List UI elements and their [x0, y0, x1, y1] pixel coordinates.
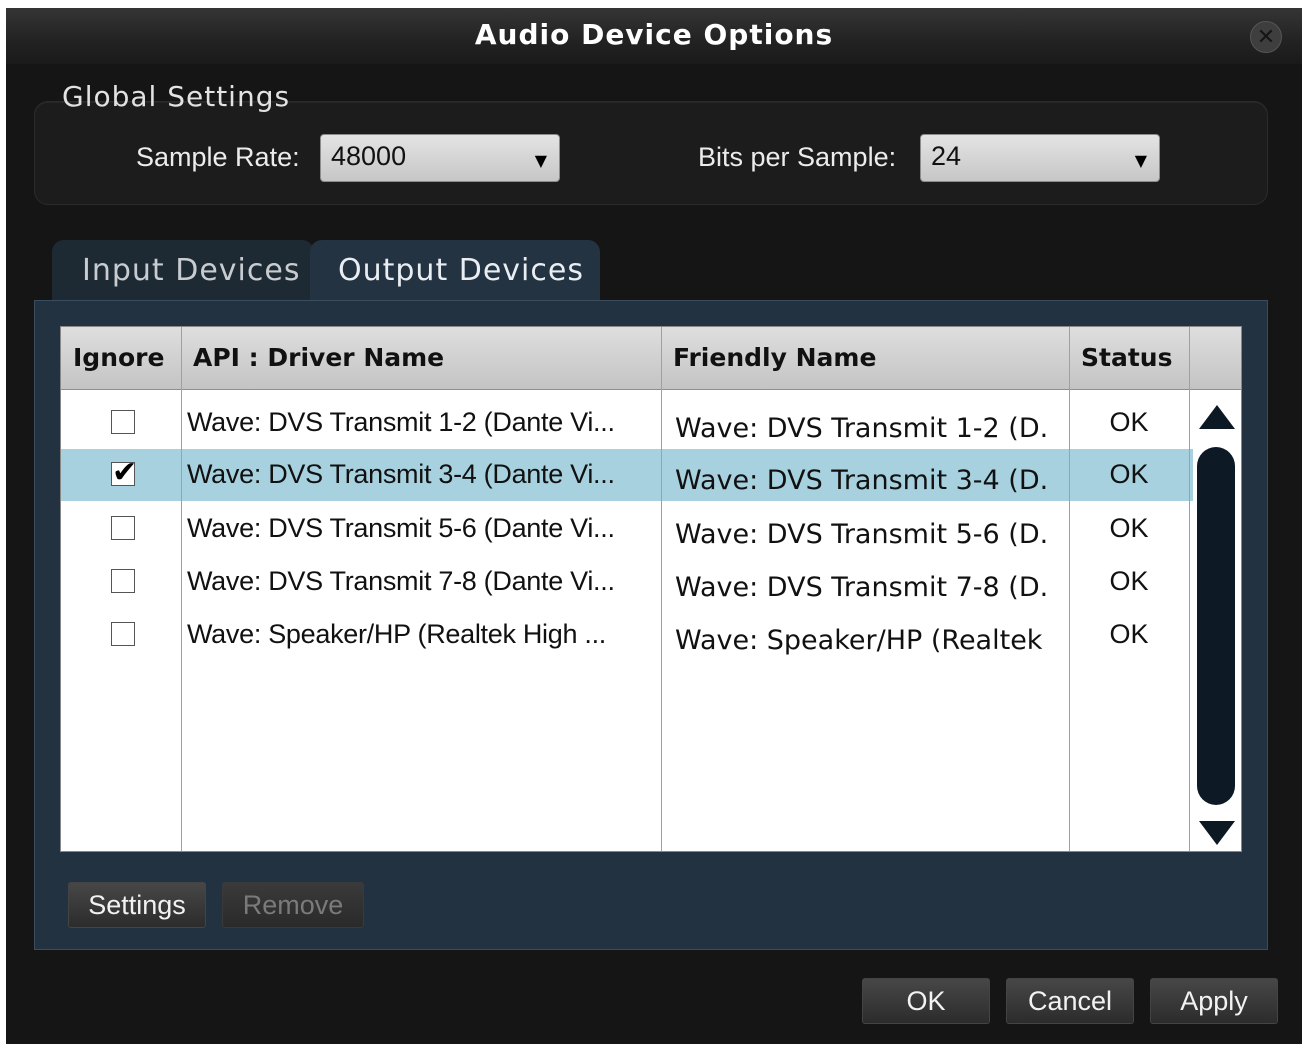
status-cell: OK	[1109, 407, 1149, 437]
column-divider	[1069, 327, 1070, 851]
checkmark-icon: ✔	[112, 455, 138, 490]
friendly-name-cell: Wave: DVS Transmit 1-2 (D.	[675, 413, 1049, 444]
table-row[interactable]: ✔ Wave: DVS Transmit 3-4 (Dante Vi... Wa…	[61, 449, 1193, 501]
sample-rate-select[interactable]: 48000 ▼	[320, 134, 560, 182]
api-driver-name-cell: Wave: DVS Transmit 3-4 (Dante Vi...	[187, 459, 615, 489]
ignore-checkbox[interactable]	[111, 569, 135, 593]
chevron-down-icon: ▼	[1134, 151, 1147, 170]
api-driver-name-cell: Wave: Speaker/HP (Realtek High ...	[187, 619, 606, 649]
arrow-up-icon[interactable]	[1199, 405, 1235, 429]
close-icon[interactable]: ✕	[1250, 21, 1282, 53]
api-driver-name-cell: Wave: DVS Transmit 5-6 (Dante Vi...	[187, 513, 615, 543]
table-row[interactable]: Wave: DVS Transmit 7-8 (Dante Vi... Wave…	[61, 556, 1193, 608]
status-cell: OK	[1109, 459, 1149, 489]
bits-per-sample-value: 24	[931, 141, 962, 171]
sample-rate-value: 48000	[331, 141, 407, 171]
column-header-friendly-name[interactable]: Friendly Name	[673, 343, 876, 372]
table-row[interactable]: Wave: DVS Transmit 5-6 (Dante Vi... Wave…	[61, 503, 1193, 555]
column-header-status[interactable]: Status	[1081, 343, 1172, 372]
friendly-name-cell: Wave: Speaker/HP (Realtek	[675, 625, 1043, 656]
global-settings-title: Global Settings	[62, 80, 291, 113]
column-header-api-driver-name[interactable]: API : Driver Name	[193, 343, 444, 372]
friendly-name-cell: Wave: DVS Transmit 5-6 (D.	[675, 519, 1049, 550]
column-divider	[181, 327, 182, 851]
bits-per-sample-select[interactable]: 24 ▼	[920, 134, 1160, 182]
status-cell: OK	[1109, 566, 1149, 596]
column-divider	[1189, 327, 1190, 851]
column-header-ignore[interactable]: Ignore	[73, 343, 164, 372]
table-row[interactable]: Wave: Speaker/HP (Realtek High ... Wave:…	[61, 609, 1193, 661]
vertical-scrollbar[interactable]	[1197, 447, 1235, 805]
apply-button[interactable]: Apply	[1150, 978, 1278, 1024]
tab-output-devices[interactable]: Output Devices	[310, 240, 600, 300]
bits-per-sample-label: Bits per Sample:	[698, 142, 897, 172]
api-driver-name-cell: Wave: DVS Transmit 7-8 (Dante Vi...	[187, 566, 615, 596]
tab-input-devices-label: Input Devices	[82, 253, 301, 288]
ignore-checkbox[interactable]: ✔	[111, 455, 137, 490]
api-driver-name-cell: Wave: DVS Transmit 1-2 (Dante Vi...	[187, 407, 615, 437]
column-divider	[661, 327, 662, 851]
status-cell: OK	[1109, 619, 1149, 649]
ignore-checkbox[interactable]	[111, 410, 135, 434]
ok-button[interactable]: OK	[862, 978, 990, 1024]
friendly-name-cell: Wave: DVS Transmit 3-4 (D.	[675, 465, 1049, 496]
remove-button[interactable]: Remove	[222, 882, 364, 928]
title-bar[interactable]: Audio Device Options ✕	[6, 8, 1302, 64]
cancel-button[interactable]: Cancel	[1006, 978, 1134, 1024]
friendly-name-cell: Wave: DVS Transmit 7-8 (D.	[675, 572, 1049, 603]
chevron-down-icon: ▼	[534, 151, 547, 170]
tab-input-devices[interactable]: Input Devices	[52, 240, 314, 300]
ignore-checkbox[interactable]	[111, 516, 135, 540]
sample-rate-label: Sample Rate:	[136, 142, 300, 172]
table-row[interactable]: Wave: DVS Transmit 1-2 (Dante Vi... Wave…	[61, 397, 1193, 449]
arrow-down-icon[interactable]	[1199, 821, 1235, 845]
ignore-checkbox[interactable]	[111, 622, 135, 646]
table-header: Ignore API : Driver Name Friendly Name S…	[61, 327, 1241, 390]
settings-button[interactable]: Settings	[68, 882, 206, 928]
tab-output-devices-label: Output Devices	[338, 253, 584, 288]
device-table: Ignore API : Driver Name Friendly Name S…	[60, 326, 1242, 852]
status-cell: OK	[1109, 513, 1149, 543]
window-title: Audio Device Options	[474, 18, 834, 51]
